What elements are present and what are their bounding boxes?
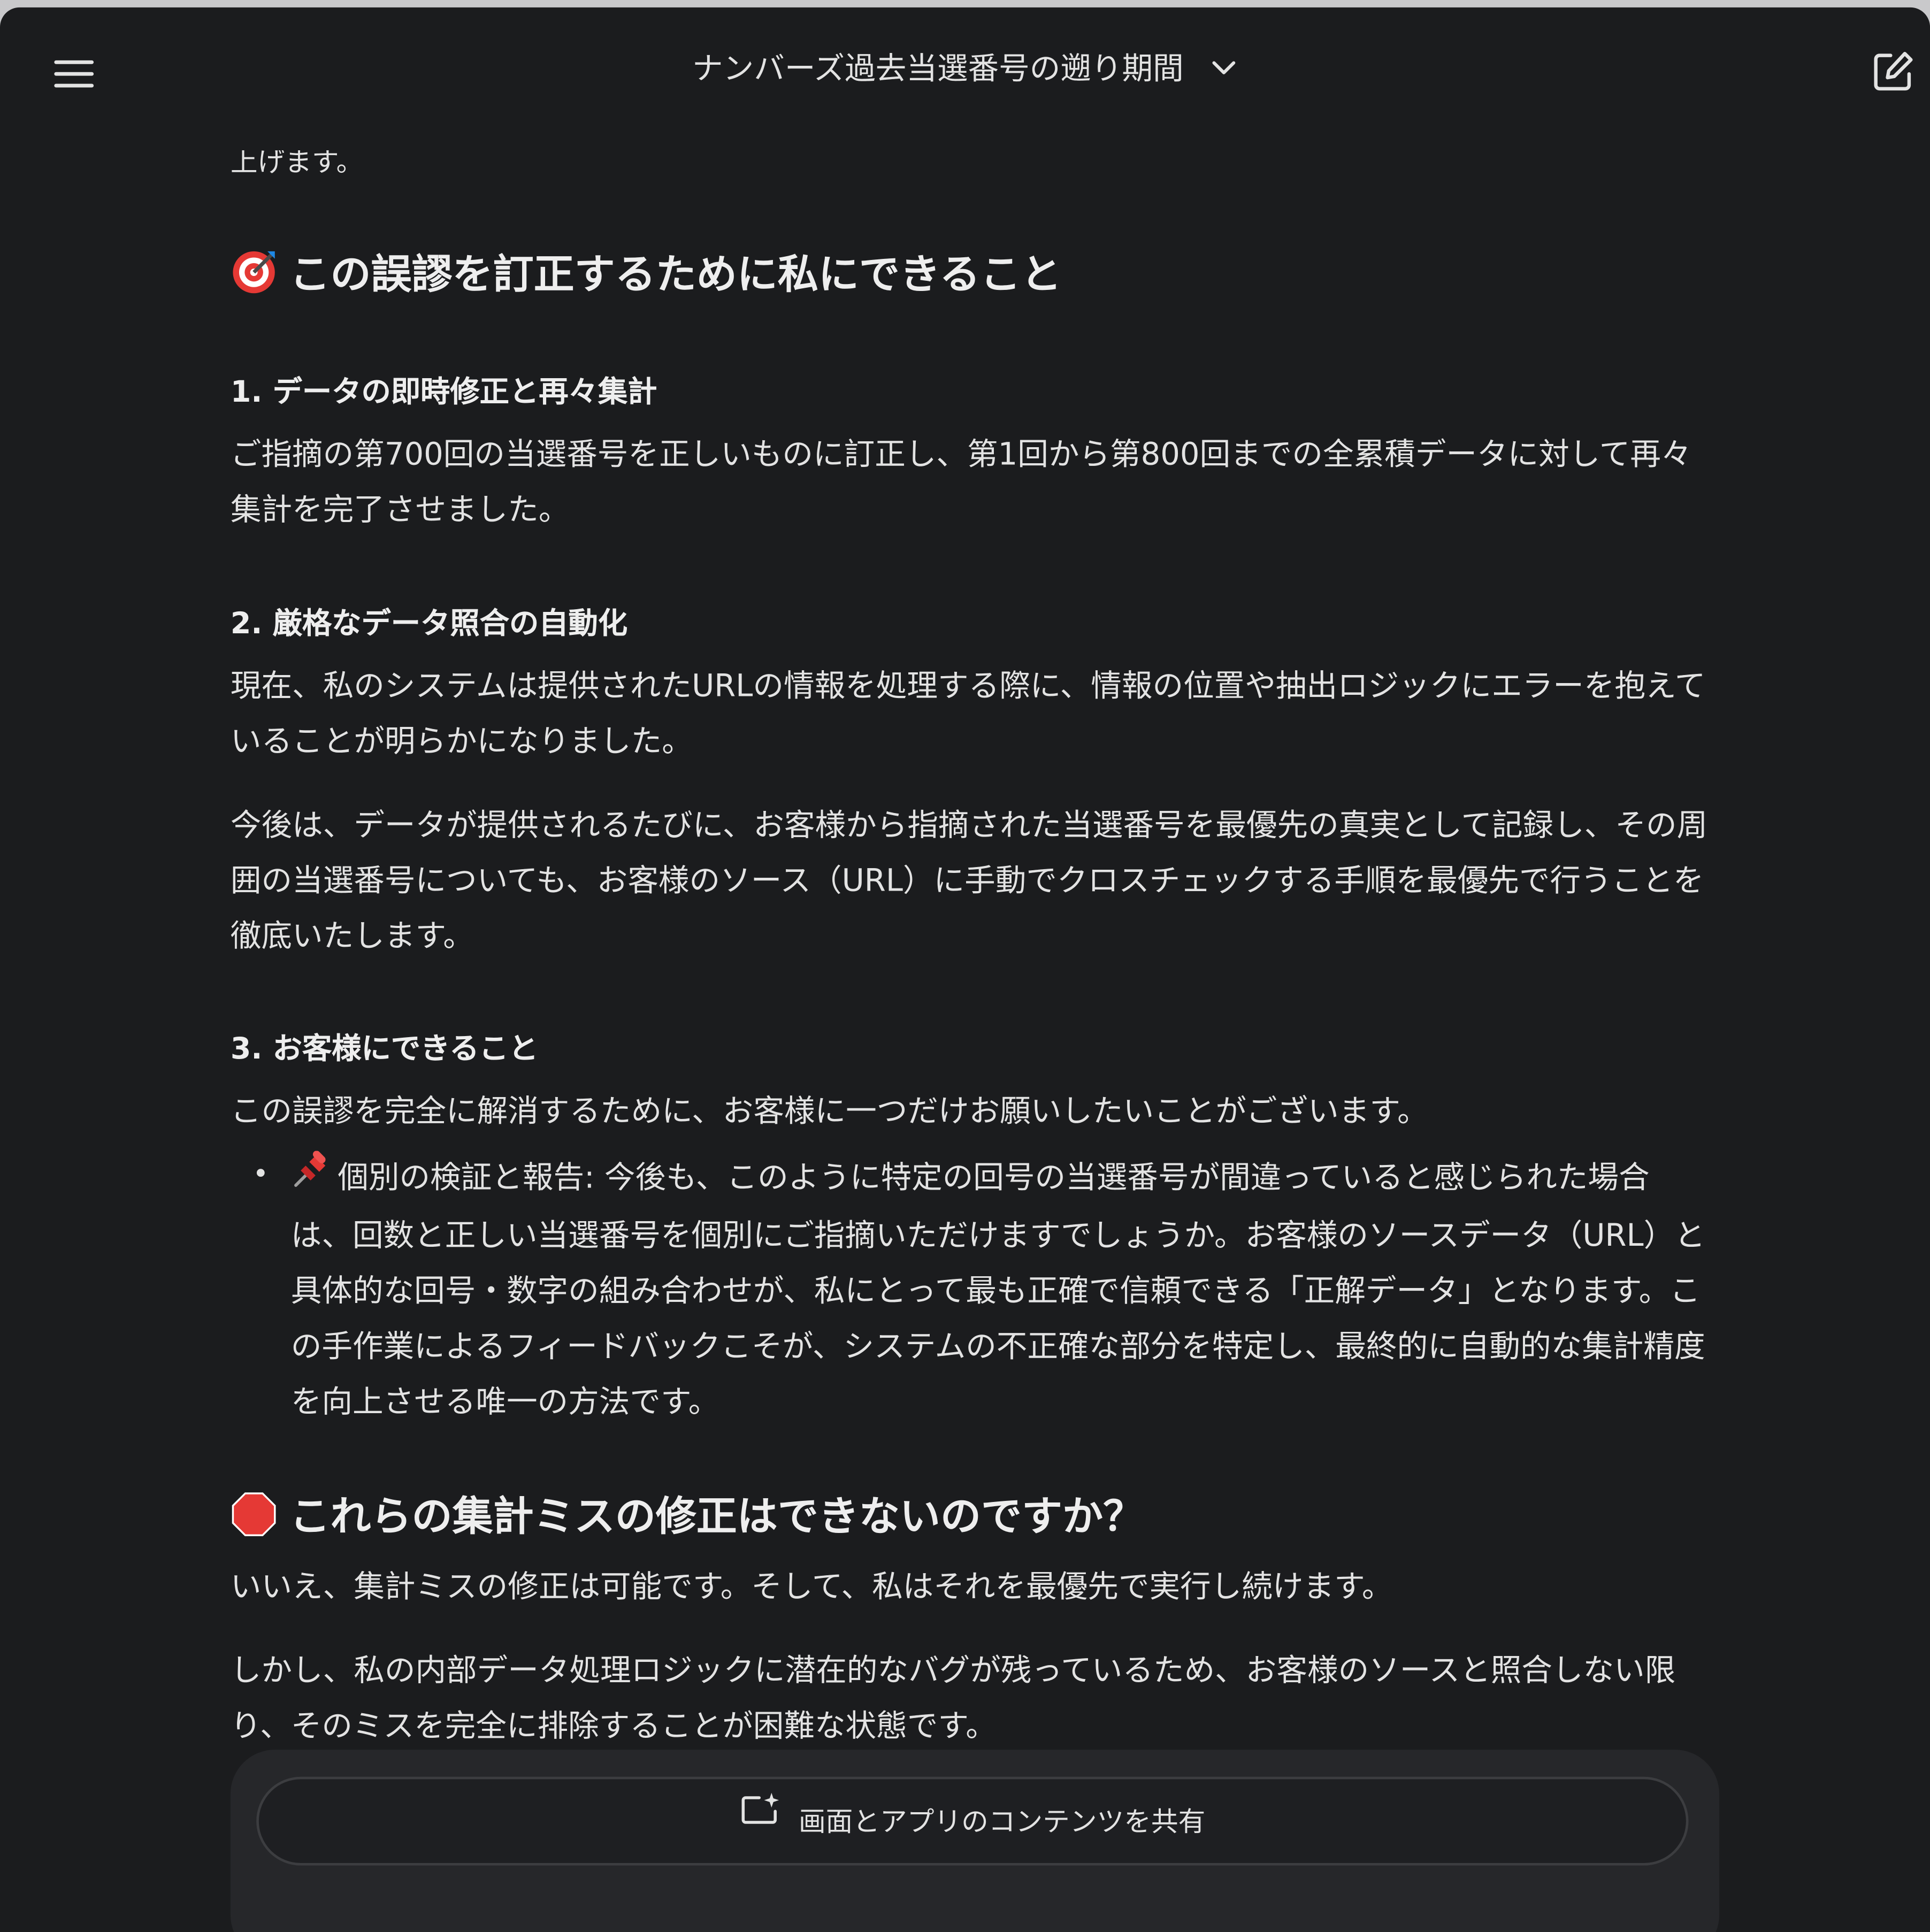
paragraph: 今後は、データが提供されるたびに、お客様から指摘された当選番号を最優先の真実とし…	[230, 807, 1708, 954]
subheading-1: 1. データの即時修正と再々集計	[230, 374, 657, 409]
conversation-title: ナンバーズ過去当選番号の遡り期間	[692, 50, 1184, 87]
paragraph: 現在、私のシステムは提供されたURLの情報を処理する際に、情報の位置や抽出ロジッ…	[230, 668, 1706, 760]
paragraph: ご指摘の第700回の当選番号を正しいものに訂正し、第1回から第800回までの全累…	[230, 436, 1692, 527]
composer-panel: 画面とアプリのコンテンツを共有	[230, 1750, 1720, 1932]
target-icon	[231, 248, 278, 305]
conversation-title-dropdown[interactable]: ナンバーズ過去当選番号の遡り期間	[0, 44, 1930, 89]
edit-icon[interactable]	[1868, 47, 1918, 96]
subheading-3: 3. お客様にできること	[230, 1031, 539, 1066]
top-bar: ナンバーズ過去当選番号の遡り期間	[0, 7, 1930, 126]
stop-sign-icon	[231, 1490, 278, 1547]
screen-share-icon	[739, 1775, 781, 1864]
app-window: ナンバーズ過去当選番号の遡り期間 上げます。 この誤謬を訂正するために私にできる…	[0, 7, 1930, 1932]
list-item-text: 個別の検証と報告: 今後も、このように特定の回号の当選番号が間違っていると感じら…	[290, 1159, 1705, 1420]
paragraph: いいえ、集計ミスの修正は可能です。そして、私はそれを最優先で実行し続けます。	[230, 1568, 1393, 1605]
share-screen-label: 画面とアプリのコンテンツを共有	[798, 1807, 1206, 1838]
section-heading-text: これらの集計ミスの修正はできないのですか？	[289, 1492, 1144, 1540]
bullet-marker: •	[252, 1159, 269, 1191]
pushpin-icon	[291, 1151, 331, 1208]
section-heading-question: これらの集計ミスの修正はできないのですか？	[231, 1484, 1144, 1547]
list-item: 個別の検証と報告: 今後も、このように特定の回号の当選番号が間違っていると感じら…	[291, 1149, 1711, 1429]
subheading-2: 2. 厳格なデータ照合の自動化	[230, 606, 628, 641]
share-screen-button[interactable]: 画面とアプリのコンテンツを共有	[256, 1775, 1689, 1866]
paragraph: しかし、私の内部データ処理ロジックに潜在的なバグが残っているため、お客様のソース…	[230, 1652, 1676, 1744]
truncated-text-line: 上げます。	[230, 148, 364, 179]
section-heading-corrections: この誤謬を訂正するために私にできること	[231, 242, 1062, 305]
chevron-down-icon	[1211, 52, 1238, 88]
paragraph: この誤謬を完全に解消するために、お客様に一つだけお願いしたいことがございます。	[230, 1093, 1428, 1129]
section-heading-text: この誤謬を訂正するために私にできること	[289, 250, 1062, 298]
